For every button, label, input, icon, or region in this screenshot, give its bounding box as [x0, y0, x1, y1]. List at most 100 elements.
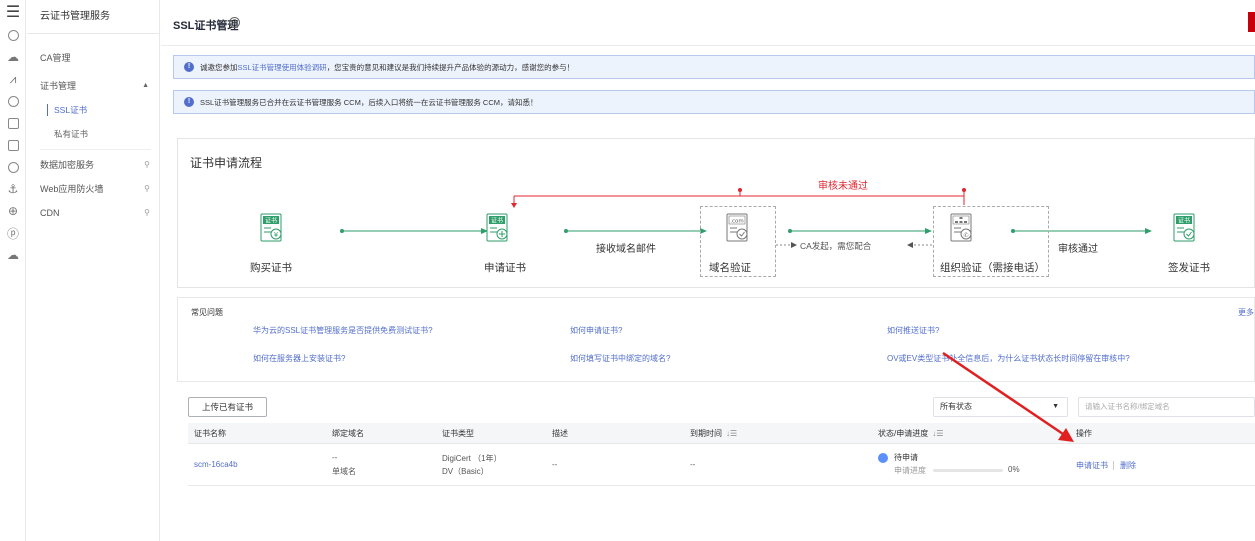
ca-initiated-label: CA发起，需您配合 — [800, 241, 872, 251]
progress-value: 0% — [1008, 465, 1020, 474]
apply-cert-action[interactable]: 申请证书 — [1076, 460, 1108, 471]
bound-domain: -- — [332, 453, 338, 462]
sidebar-item-label: CDN — [40, 208, 60, 218]
progress-bar — [933, 469, 1003, 472]
delete-action[interactable]: 删除 — [1120, 460, 1136, 471]
status-text: 待申请 — [894, 453, 918, 462]
faq-link[interactable]: 如何填写证书中绑定的域名? — [570, 353, 670, 364]
certificate-check-icon: 证书 — [1173, 213, 1195, 242]
notice-text: SSL证书管理服务已合并在云证书管理服务 CCM，后续入口将统一在云证书管理服务… — [200, 97, 538, 107]
faq-title: 常见问题 — [191, 308, 223, 317]
sidebar-item-label: SSL证书 — [54, 105, 88, 115]
sidebar-item-label: 数据加密服务 — [40, 160, 95, 170]
certificate-yen-icon: 证书 ¥ — [260, 213, 282, 242]
sidebar-item-label: CA管理 — [40, 53, 71, 63]
database-icon[interactable] — [0, 90, 26, 112]
faq-link[interactable]: 如何在服务器上安装证书? — [253, 353, 345, 364]
sidebar-item-dew[interactable]: 数据加密服务 ⚲ — [27, 153, 159, 177]
global-nav-rail: ☰ ☁ ⩘ ⚓ ⊕ ⓟ ☁ — [0, 0, 26, 541]
step-domain-verify-label: 域名验证 — [709, 262, 751, 274]
page-header: SSL证书管理 ? — [161, 0, 1255, 46]
faq-link[interactable]: 如何申请证书? — [570, 325, 622, 336]
cert-edition: DV（Basic） — [442, 467, 489, 476]
status-filter-select[interactable]: 所有状态 ▼ — [933, 397, 1068, 417]
notice-text: 诚邀您参加 — [200, 62, 238, 72]
progress-label: 申请进度 — [894, 466, 926, 475]
storage-icon[interactable] — [0, 112, 26, 134]
sidebar-item-label: Web应用防火墙 — [40, 184, 104, 194]
expiry-time: -- — [690, 460, 696, 469]
table-header: 证书名称 绑定域名 证书类型 描述 到期时间 ↓☰ 状态/申请进度 ↓☰ 操作 — [188, 423, 1255, 444]
notice-text: ，您宝贵的意见和建议是我们持续提升产品体验的源动力，感谢您的参与！ — [326, 62, 575, 72]
faq-panel: 常见问题 更多 华为云的SSL证书管理服务是否提供免费测试证书? 如何申请证书?… — [177, 297, 1255, 382]
step-apply-cert-label: 申请证书 — [484, 262, 526, 274]
sidebar-item-waf[interactable]: Web应用防火墙 ⚲ — [27, 177, 159, 201]
sidebar-item-private-cert[interactable]: 私有证书 — [27, 122, 159, 146]
cert-name-link[interactable]: scm-16ca4b — [194, 460, 238, 469]
main-content: SSL证书管理 ? ! 诚邀您参加 SSL证书管理使用体验调研 ，您宝贵的意见和建议… — [161, 0, 1255, 541]
external-link-icon: ⚲ — [144, 208, 150, 217]
sidebar-item-ssl-cert[interactable]: SSL证书 — [27, 98, 159, 122]
col-header: 证书名称 — [194, 429, 226, 438]
reject-label: 审核未通过 — [818, 181, 868, 192]
info-icon: ! — [184, 97, 194, 107]
globe-icon[interactable]: ⊕ — [0, 200, 26, 222]
primary-action-button[interactable] — [1248, 12, 1255, 32]
search-input[interactable]: 请输入证书名称/绑定域名 — [1078, 397, 1255, 417]
cloud-icon[interactable]: ☁ — [0, 46, 26, 68]
step-org-verify-label: 组织验证（需接电话） — [940, 262, 1045, 274]
faq-link[interactable]: OV或EV类型证书补全信息后，为什么证书状态长时间停留在审核中? — [887, 353, 1130, 364]
sort-icon[interactable]: ↓☰ — [932, 429, 943, 438]
application-flow-card: 证书申请流程 证书 ¥ 购买证书 证书 申请证书 .com 域名验证 ✆ 组织验… — [177, 138, 1255, 288]
col-header: 描述 — [552, 429, 568, 438]
chevron-down-icon: ▼ — [1052, 403, 1059, 410]
sidebar-item-label: 私有证书 — [54, 129, 89, 139]
sidebar-divider — [40, 149, 151, 150]
chart-icon[interactable]: ⩘ — [0, 68, 26, 90]
step-issue-cert-label: 签发证书 — [1168, 262, 1210, 274]
circle-icon[interactable] — [0, 156, 26, 178]
faq-link[interactable]: 如何推送证书? — [887, 325, 939, 336]
menu-icon[interactable]: ☰ — [0, 0, 26, 24]
svg-text:.com: .com — [730, 219, 744, 225]
org-phone-icon: ✆ — [950, 213, 972, 242]
sidebar-item-cert-management[interactable]: 证书管理 ▲ — [27, 74, 159, 98]
cloud-server-icon[interactable] — [0, 24, 26, 46]
domain-type: 单域名 — [332, 467, 356, 476]
survey-link[interactable]: SSL证书管理使用体验调研 — [238, 62, 327, 73]
sidebar-item-ca-management[interactable]: CA管理 — [27, 46, 159, 70]
col-header: 操作 — [1076, 429, 1092, 438]
svg-text:证书: 证书 — [491, 217, 503, 225]
certificate-plus-icon: 证书 — [486, 213, 508, 242]
svg-text:¥: ¥ — [274, 231, 279, 239]
cert-type: DigiCert （1年） — [442, 454, 502, 463]
anchor-icon[interactable]: ⚓ — [0, 178, 26, 200]
col-header-label: 状态/申请进度 — [878, 429, 929, 438]
upload-cert-button[interactable]: 上传已有证书 — [188, 397, 267, 417]
edge-approved-label: 审核通过 — [1058, 244, 1098, 255]
sort-icon[interactable]: ↓☰ — [726, 429, 737, 438]
sidebar-title: 云证书管理服务 — [27, 0, 159, 34]
document-icon[interactable] — [0, 134, 26, 156]
col-header: 绑定域名 — [332, 429, 364, 438]
faq-more-link[interactable]: 更多 — [1238, 307, 1254, 318]
merge-notice: ! SSL证书管理服务已合并在云证书管理服务 CCM，后续入口将统一在云证书管理… — [173, 90, 1255, 114]
domain-check-icon: .com — [726, 213, 748, 242]
p-icon[interactable]: ⓟ — [0, 222, 26, 244]
caret-up-icon: ▲ — [142, 82, 149, 89]
col-header: 证书类型 — [442, 429, 474, 438]
sidebar-item-cdn[interactable]: CDN ⚲ — [27, 201, 159, 225]
col-header-status[interactable]: 状态/申请进度 ↓☰ — [878, 423, 943, 444]
status-filter-value: 所有状态 — [940, 402, 972, 411]
cloud-outline-icon[interactable]: ☁ — [0, 244, 26, 266]
service-sidebar: 云证书管理服务 CA管理 证书管理 ▲ SSL证书 私有证书 数据加密服务 ⚲ We… — [27, 0, 160, 541]
svg-text:证书: 证书 — [265, 217, 277, 225]
col-header-expiry[interactable]: 到期时间 ↓☰ — [690, 423, 737, 444]
help-icon[interactable]: ? — [229, 17, 240, 28]
table-row: scm-16ca4b -- 单域名 DigiCert （1年） DV（Basic… — [188, 444, 1255, 486]
pending-status-icon — [878, 453, 888, 463]
faq-link[interactable]: 华为云的SSL证书管理服务是否提供免费测试证书? — [253, 325, 433, 336]
survey-notice: ! 诚邀您参加 SSL证书管理使用体验调研 ，您宝贵的意见和建议是我们持续提升产品体… — [173, 55, 1255, 79]
external-link-icon: ⚲ — [144, 184, 150, 193]
step-buy-cert-label: 购买证书 — [250, 262, 292, 274]
